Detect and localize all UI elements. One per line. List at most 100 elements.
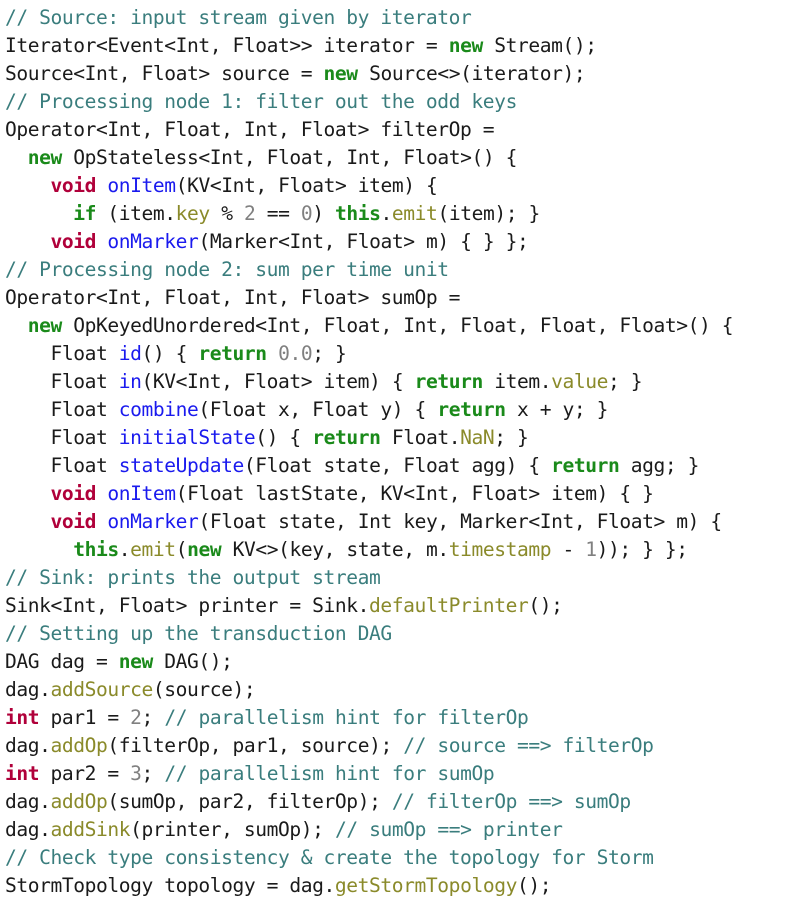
code-token-plain: dag. [5, 818, 51, 841]
code-token-plain: (Float lastState, KV<Int, Float> item) {… [175, 482, 654, 505]
code-token-comment: // Setting up the transduction DAG [5, 622, 392, 645]
code-line: // Processing node 1: filter out the odd… [5, 88, 800, 116]
code-token-plain: (); [516, 874, 552, 897]
code-token-member: NaN [460, 426, 495, 449]
code-token-comment: // Source: input stream given by iterato… [5, 6, 472, 29]
code-token-plain: OpKeyedUnordered<Int, Float, Int, Float,… [61, 314, 734, 337]
code-token-plain: (printer, sumOp); [130, 818, 335, 841]
code-line: int par1 = 2; // parallelism hint for fi… [5, 704, 800, 732]
code-token-comment: // Processing node 2: sum per time unit [5, 258, 449, 281]
code-line: if (item.key % 2 == 0) this.emit(item); … [5, 200, 800, 228]
code-line: dag.addSource(source); [5, 676, 800, 704]
code-token-member: defaultPrinter [369, 594, 529, 617]
code-token-plain: Float [5, 426, 119, 449]
code-token-comment: // parallelism hint for filterOp [164, 706, 529, 729]
code-line: void onItem(Float lastState, KV<Int, Flo… [5, 480, 800, 508]
code-token-keyword: new [187, 538, 222, 561]
code-token-type: int [5, 706, 40, 729]
code-token-number: 3 [130, 762, 142, 785]
code-token-comment: // Processing node 1: filter out the odd… [5, 90, 517, 113]
code-token-plain: x + y; } [505, 398, 608, 421]
code-token-plain: Float [5, 454, 119, 477]
code-token-method: initialState [118, 426, 256, 449]
code-token-keyword: new [323, 62, 359, 85]
code-token-method: onMarker [107, 510, 199, 533]
code-line: Sink<Int, Float> printer = Sink.defaultP… [5, 592, 800, 620]
code-token-number: 2 [130, 706, 142, 729]
code-token-keyword: this [335, 202, 381, 225]
code-token-plain: . [118, 538, 131, 561]
code-token-method: combine [118, 398, 199, 421]
code-token-keyword: return [312, 426, 381, 449]
code-token-plain: KV<>(key, state, m. [221, 538, 450, 561]
code-token-member: addSource [50, 678, 154, 701]
code-token-plain: Iterator<Event<Int, Float>> iterator = [5, 34, 449, 57]
code-token-type: void [50, 482, 97, 505]
code-token-keyword: return [198, 342, 267, 365]
code-token-plain: (KV<Int, Float> item) { [141, 370, 415, 393]
code-token-plain: (Float x, Float y) { [198, 398, 438, 421]
code-token-keyword: new [27, 314, 63, 337]
code-token-keyword: new [27, 146, 63, 169]
code-token-plain: OpStateless<Int, Float, Int, Float>() { [61, 146, 517, 169]
code-token-method: onItem [107, 174, 176, 197]
code-token-member: getStormTopology [334, 874, 517, 897]
code-token-method: onMarker [107, 230, 199, 253]
code-token-comment: // parallelism hint for sumOp [164, 762, 495, 785]
code-token-member: value [551, 370, 608, 393]
code-token-plain: ; [141, 706, 165, 729]
code-line: void onMarker(Marker<Int, Float> m) { } … [5, 228, 800, 256]
code-token-type: void [50, 230, 97, 253]
code-line: Operator<Int, Float, Int, Float> sumOp = [5, 284, 800, 312]
code-token-plain: Stream(); [482, 34, 597, 57]
code-line: DAG dag = new DAG(); [5, 648, 800, 676]
code-token-plain: ) [312, 202, 336, 225]
code-token-plain: Sink<Int, Float> printer = Sink. [5, 594, 370, 617]
code-token-plain: DAG dag = [5, 650, 119, 673]
code-token-plain: (Float state, Int key, Marker<Int, Float… [198, 510, 722, 533]
code-token-member: addOp [50, 790, 108, 813]
code-token-plain: agg; } [619, 454, 700, 477]
code-token-plain: ; } [494, 426, 529, 449]
code-token-plain: () { [255, 426, 313, 449]
code-token-plain: Operator<Int, Float, Int, Float> sumOp = [5, 286, 461, 309]
code-token-plain: () { [141, 342, 199, 365]
code-line: this.emit(new KV<>(key, state, m.timesta… [5, 536, 800, 564]
code-token-plain: Float [5, 342, 119, 365]
code-token-type: int [5, 762, 40, 785]
code-line: int par2 = 3; // parallelism hint for su… [5, 760, 800, 788]
code-token-plain: ( [175, 538, 188, 561]
code-token-plain: DAG(); [152, 650, 233, 673]
code-token-comment: // source ==> filterOp [403, 734, 654, 757]
code-token-comment: // Sink: prints the output stream [5, 566, 381, 589]
code-token-plain: ; [141, 762, 165, 785]
code-token-plain: par2 = [39, 762, 131, 785]
code-token-keyword: this [73, 538, 119, 561]
code-token-keyword: return [414, 370, 484, 393]
code-token-plain: (item); } [437, 202, 540, 225]
code-line: Float initialState() { return Float.NaN;… [5, 424, 800, 452]
code-token-plain: ; } [312, 342, 347, 365]
code-token-member: addOp [50, 734, 108, 757]
code-token-plain: - [551, 538, 586, 561]
code-listing[interactable]: // Source: input stream given by iterato… [0, 0, 800, 900]
code-token-plain: Float [5, 398, 119, 421]
code-token-plain: (sumOp, par2, filterOp); [107, 790, 392, 813]
code-token-plain: (Marker<Int, Float> m) { } }; [198, 230, 529, 253]
code-line: // Sink: prints the output stream [5, 564, 800, 592]
code-token-plain: (source); [152, 678, 256, 701]
code-line: // Check type consistency & create the t… [5, 844, 800, 872]
code-token-keyword: return [437, 398, 506, 421]
code-line: void onItem(KV<Int, Float> item) { [5, 172, 800, 200]
